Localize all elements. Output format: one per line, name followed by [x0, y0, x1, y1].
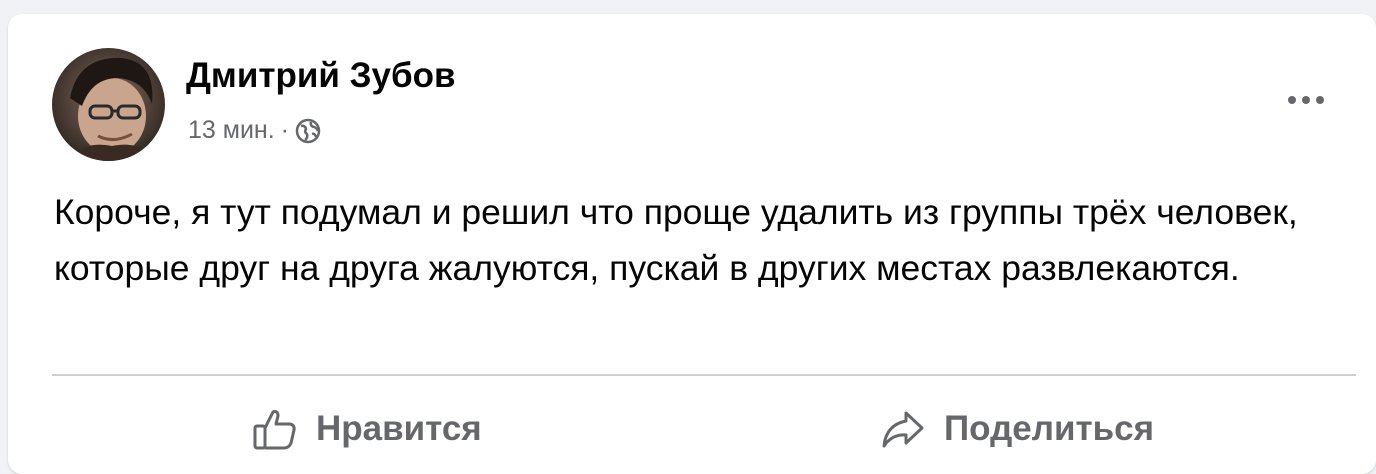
- post-timestamp[interactable]: 13 мин.: [188, 116, 275, 145]
- globe-icon[interactable]: [295, 118, 321, 144]
- avatar-image: [52, 48, 165, 161]
- more-dots-icon: [1288, 96, 1324, 104]
- thumbs-up-icon: [253, 410, 296, 450]
- post-meta: 13 мин. ·: [188, 116, 321, 145]
- more-options-button[interactable]: [1276, 80, 1336, 120]
- author-name[interactable]: Дмитрий Зубов: [186, 56, 456, 96]
- post-text: Короче, я тут подумал и решил что проще …: [54, 192, 1298, 288]
- share-label: Поделиться: [944, 409, 1155, 448]
- post-card: Дмитрий Зубов 13 мин. · Короче, я тут по…: [8, 14, 1376, 474]
- meta-separator: ·: [280, 116, 289, 144]
- share-arrow-icon: [882, 411, 924, 448]
- like-label: Нравится: [316, 409, 482, 448]
- share-button[interactable]: Поделиться: [880, 406, 1154, 452]
- divider: [52, 374, 1356, 376]
- author-avatar[interactable]: [52, 48, 165, 161]
- like-button[interactable]: Нравится: [252, 406, 482, 452]
